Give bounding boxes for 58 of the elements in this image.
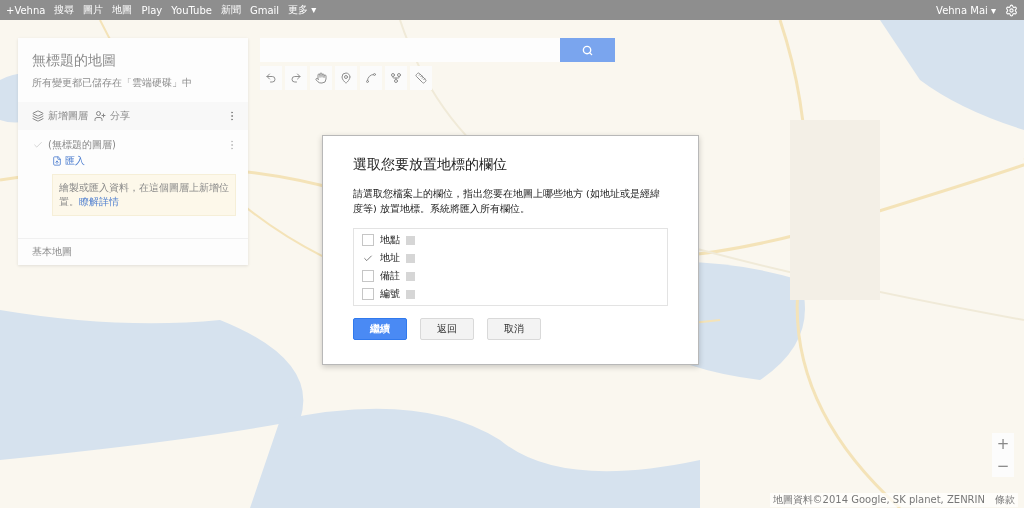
- line-icon: [365, 72, 377, 84]
- search-field[interactable]: [260, 38, 560, 62]
- layer-name[interactable]: (無標題的圖層): [48, 138, 116, 152]
- top-bar-link[interactable]: Play: [141, 4, 163, 16]
- top-bar-link[interactable]: Gmail: [249, 4, 280, 16]
- map-title[interactable]: 無標題的地圖: [18, 38, 248, 76]
- field-label: 編號: [380, 287, 400, 301]
- undo-icon: [265, 72, 277, 84]
- top-bar-link[interactable]: +Vehna: [6, 4, 46, 16]
- layer-hint: 繪製或匯入資料，在這個圖層上新增位置。瞭解詳情: [52, 174, 236, 216]
- fork-icon: [390, 72, 402, 84]
- route-button[interactable]: [385, 66, 407, 90]
- terms-link[interactable]: 條款: [995, 493, 1015, 507]
- field-checkbox[interactable]: [362, 252, 374, 264]
- pin-icon: [340, 72, 352, 84]
- hand-icon: [315, 72, 327, 84]
- hand-button[interactable]: [310, 66, 332, 90]
- pin-button[interactable]: [335, 66, 357, 90]
- top-bar-link[interactable]: 更多 ▾: [288, 3, 317, 17]
- field-checkbox[interactable]: [362, 270, 374, 282]
- top-bar-link[interactable]: 地圖: [112, 3, 133, 17]
- layer-checkbox[interactable]: [32, 139, 44, 151]
- search-icon: [582, 44, 593, 56]
- base-map-label[interactable]: 基本地圖: [18, 238, 248, 265]
- dialog-text: 請選取您檔案上的欄位，指出您要在地圖上哪些地方 (如地址或是經緯度等) 放置地標。系統將匯入所有欄位。: [353, 187, 661, 216]
- learn-more-link[interactable]: 瞭解詳情: [79, 196, 119, 207]
- file-icon: [52, 156, 62, 166]
- import-link[interactable]: 匯入: [18, 152, 248, 174]
- ruler-icon: [415, 72, 427, 84]
- dialog-button[interactable]: 取消: [487, 318, 541, 340]
- zoom-out-button[interactable]: −: [992, 455, 1014, 477]
- top-bar-link[interactable]: 搜尋: [54, 3, 75, 17]
- panel-action[interactable]: 新增圖層: [32, 109, 88, 123]
- field-checkbox[interactable]: [362, 288, 374, 300]
- settings-icon[interactable]: [1005, 3, 1018, 17]
- field-label: 備註: [380, 269, 400, 283]
- dialog-button[interactable]: 返回: [420, 318, 474, 340]
- field-label: 地點: [380, 233, 400, 247]
- top-bar-link[interactable]: 圖片: [83, 3, 104, 17]
- redo-button[interactable]: [285, 66, 307, 90]
- redo-icon: [290, 72, 302, 84]
- zoom-in-button[interactable]: +: [992, 433, 1014, 455]
- layers-icon: [32, 110, 44, 122]
- search-button[interactable]: [560, 38, 615, 62]
- dialog-title: 選取您要放置地標的欄位: [353, 156, 508, 174]
- field-label: 地址: [380, 251, 400, 265]
- account-name[interactable]: Vehna Mai ▾: [936, 4, 996, 16]
- field-checkbox[interactable]: [362, 234, 374, 246]
- top-bar-link[interactable]: 新聞: [220, 3, 241, 17]
- line-button[interactable]: [360, 66, 382, 90]
- ruler-button[interactable]: [410, 66, 432, 90]
- map-attribution: 地圖資料©2014 Google, SK planet, ZENRIN: [772, 493, 985, 507]
- top-bar-link[interactable]: YouTube: [171, 4, 212, 16]
- undo-button[interactable]: [260, 66, 282, 90]
- panel-action[interactable]: 分享: [94, 109, 130, 123]
- save-status: 所有變更都已儲存在「雲端硬碟」中: [31, 76, 193, 90]
- dialog-button[interactable]: 繼續: [353, 318, 407, 340]
- add-person-icon: [94, 110, 106, 122]
